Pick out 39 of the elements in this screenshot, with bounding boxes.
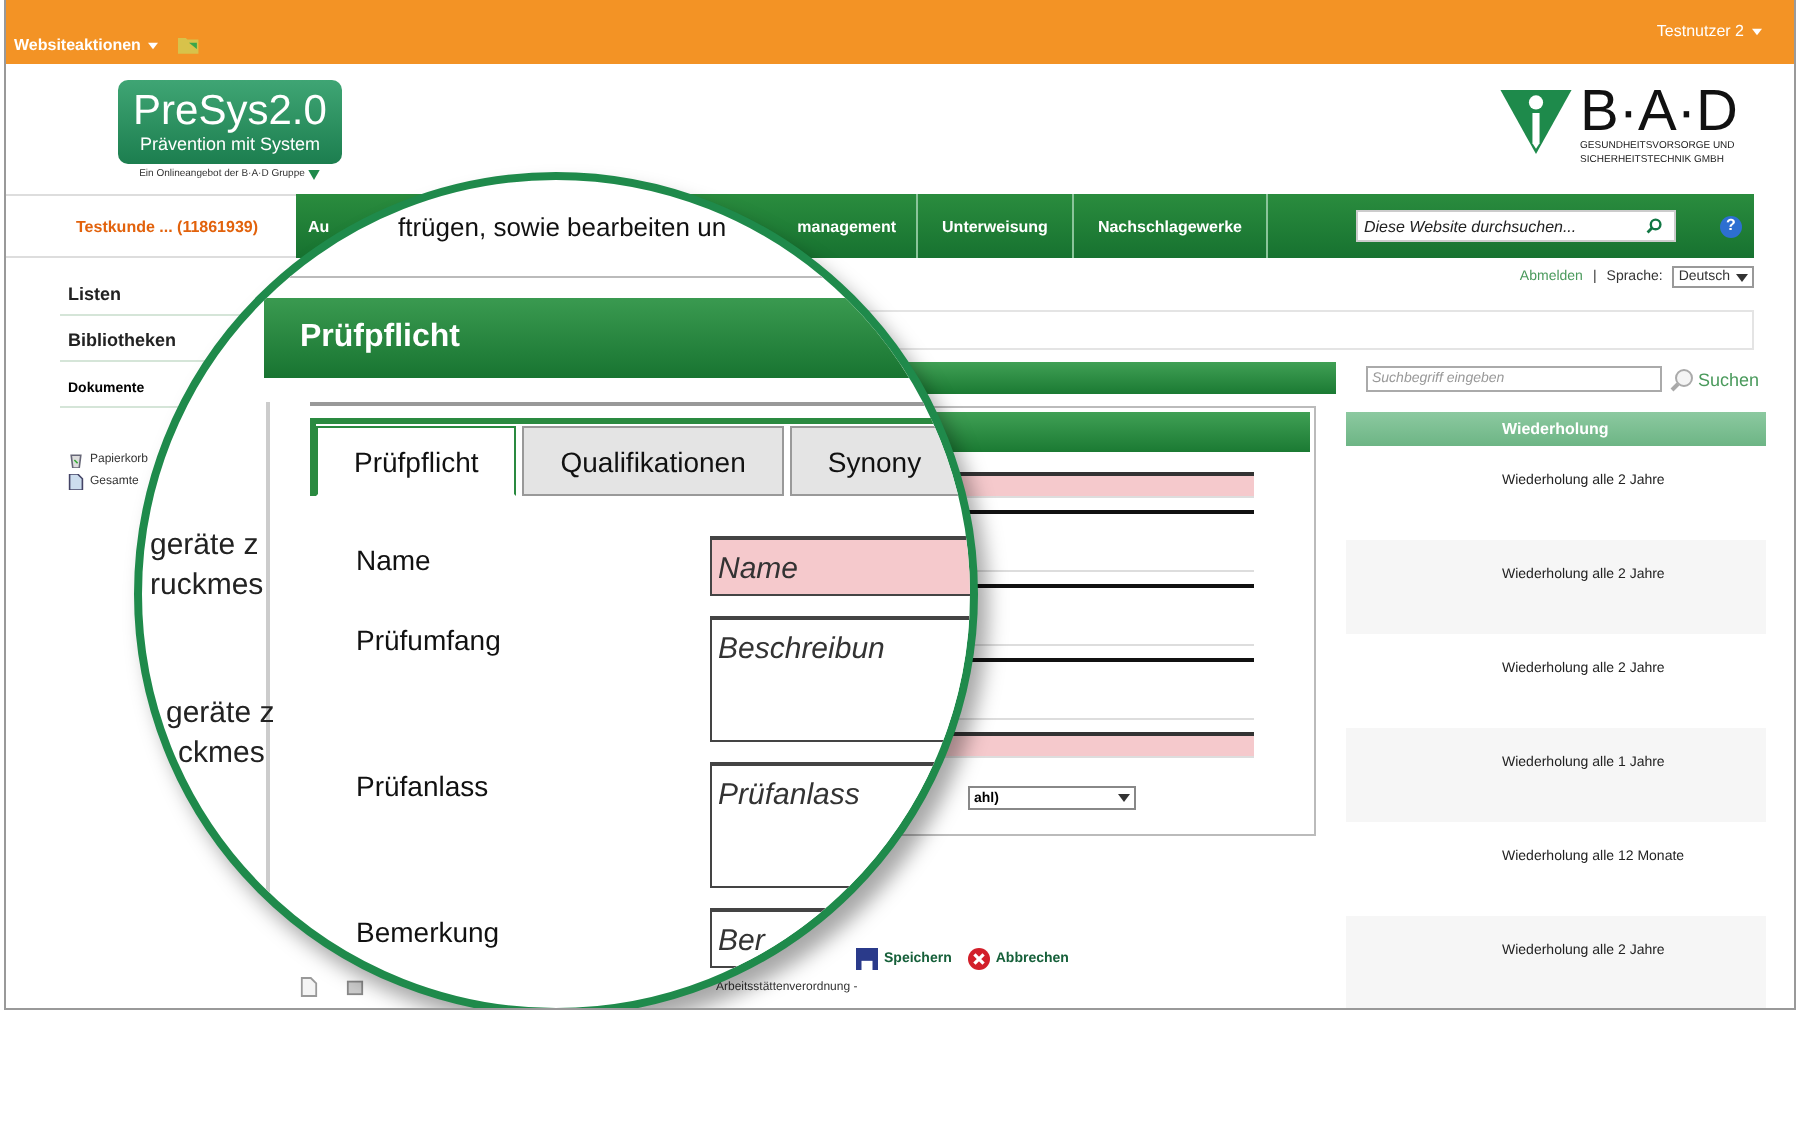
search-icon[interactable] [1646,218,1662,234]
triangle-icon [308,169,321,179]
dropdown-arrow-icon [1736,273,1748,281]
field-label: Prüfumfang [354,622,503,660]
help-button[interactable]: ? [1720,215,1742,237]
input-field[interactable]: Name [710,536,970,596]
input-field[interactable]: Ber [710,908,830,968]
sidebar-item[interactable]: Bibliotheken [68,330,177,350]
form-tab[interactable]: Synony [789,426,960,496]
caret-icon [1752,28,1762,36]
form-tab[interactable]: Prüfpflicht [316,426,517,496]
search-icon [1670,367,1694,391]
company-name: B·A·D [1580,84,1738,140]
form-tab[interactable]: Qualifikationen [522,426,784,496]
dialog-title: Prüfpflicht [300,320,460,356]
caret-icon [148,42,159,50]
magnified-text: geräte z [148,526,261,566]
field-label: Prüfanlass [354,768,491,806]
nav-tab[interactable]: Nachschlagewerke [1073,194,1268,258]
cancel-icon [967,948,990,970]
sidebar-item[interactable]: Listen [68,284,122,304]
page-icon[interactable] [300,976,318,998]
magnified-text: ruckmes [148,566,266,606]
field-label: Name [354,542,433,580]
search-button[interactable]: Suchen [1670,367,1760,391]
stack-icon[interactable] [346,976,364,998]
magnified-text: ckmes [176,734,266,774]
document-icon [68,474,84,490]
search-box[interactable]: Diese Website durchsuchen... [1356,210,1676,242]
input-field[interactable]: Beschreibun [710,616,970,742]
triangle-person-icon [1500,90,1573,154]
nav-tab[interactable]: Au [296,194,342,258]
magnified-text: ftrügen, sowie bearbeiten un [398,210,727,246]
field-label: Bemerkung [354,914,502,952]
nav-tab[interactable]: Unterweisung [918,194,1074,258]
recycle-bin-icon [68,452,84,468]
customer-name[interactable]: Testkunde ... (11861939) [76,217,259,235]
dropdown-arrow-icon [1118,794,1130,802]
presys-logo: PreSys2.0 Prävention mit System [118,80,342,164]
